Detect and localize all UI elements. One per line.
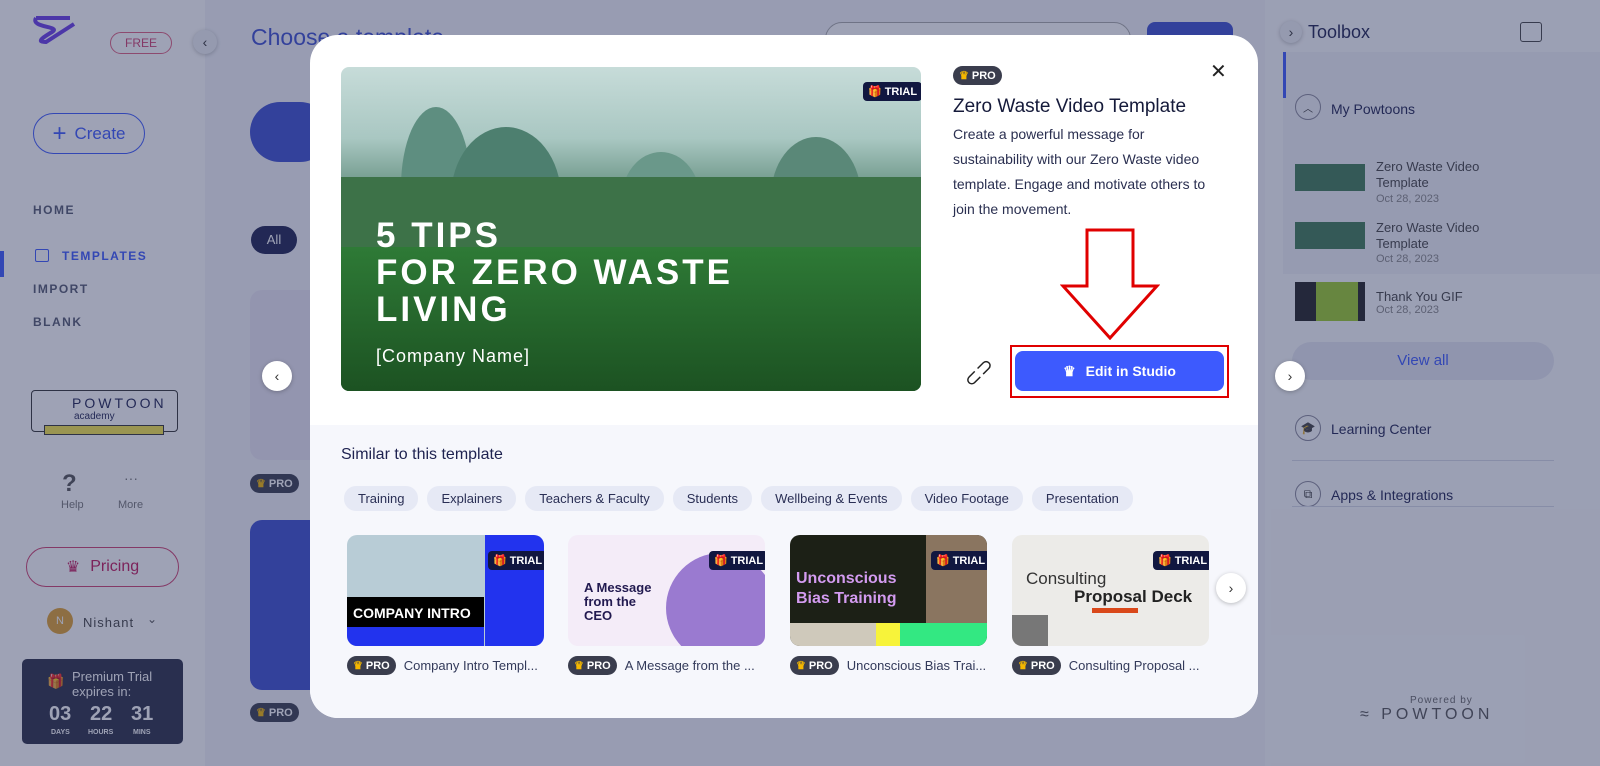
close-icon[interactable]: ✕ (1210, 59, 1227, 84)
card-thumb-text: Proposal Deck (1074, 587, 1193, 606)
chip-students[interactable]: Students (672, 486, 753, 511)
crown-icon: ♛ (574, 660, 584, 672)
card-thumb-text: Consulting (1026, 569, 1107, 588)
chip-wellbeing-events[interactable]: Wellbeing & Events (761, 486, 902, 511)
red-arrow-annotation (1060, 228, 1160, 340)
chip-teachers-faculty[interactable]: Teachers & Faculty (525, 486, 664, 511)
card-thumb-text: COMPANY INTRO (347, 597, 484, 627)
trial-badge: 🎁 TRIAL (863, 82, 921, 101)
category-chips: Training Explainers Teachers & Faculty Stud… (344, 486, 1142, 511)
chip-training[interactable]: Training (344, 486, 419, 511)
trial-badge: 🎁 TRIAL (931, 551, 987, 570)
template-preview-video[interactable]: 🎁 TRIAL 5 TIPS FOR ZERO WASTE LIVING [Com… (341, 67, 921, 391)
pro-badge: ♛ PRO (347, 656, 396, 675)
previous-template-button[interactable]: ‹ (262, 361, 292, 391)
crown-icon: ♛ (1063, 362, 1076, 379)
trial-badge: 🎁 TRIAL (1153, 551, 1209, 570)
pro-badge: ♛ PRO (1012, 656, 1061, 675)
chip-explainers[interactable]: Explainers (427, 486, 517, 511)
pro-badge: ♛ PRO (953, 66, 1002, 85)
similar-template-card[interactable]: Unconscious Bias Training 🎁 TRIAL (790, 535, 987, 646)
card-title[interactable]: Company Intro Templ... (404, 658, 538, 673)
trial-label: TRIAL (1174, 554, 1208, 567)
template-title: Zero Waste Video Template (953, 96, 1187, 117)
next-template-button[interactable]: › (1275, 361, 1305, 391)
similar-card-label: ♛ PRO Company Intro Templ... (347, 656, 538, 675)
crown-icon: ♛ (353, 660, 363, 672)
card-title[interactable]: Consulting Proposal ... (1069, 658, 1200, 673)
similar-template-card[interactable]: A Message from the CEO 🎁 TRIAL (568, 535, 765, 646)
pro-label: PRO (1030, 659, 1055, 672)
similar-card-label: ♛ PRO Consulting Proposal ... (1012, 656, 1200, 675)
similar-next-button[interactable]: › (1216, 573, 1246, 603)
pro-label: PRO (586, 659, 611, 672)
card-title[interactable]: Unconscious Bias Trai... (847, 658, 986, 673)
hero-heading: 5 TIPS FOR ZERO WASTE LIVING (376, 217, 733, 328)
trial-label: TRIAL (952, 554, 986, 567)
card-title[interactable]: A Message from the ... (625, 658, 755, 673)
hero-line: LIVING (376, 290, 511, 329)
gift-icon: 🎁 (714, 555, 728, 567)
trial-label: TRIAL (884, 85, 918, 98)
pro-badge: ♛ PRO (568, 656, 617, 675)
crown-icon: ♛ (796, 660, 806, 672)
chip-presentation[interactable]: Presentation (1031, 486, 1133, 511)
trial-badge: 🎁 TRIAL (709, 551, 765, 570)
gift-icon: 🎁 (493, 555, 507, 567)
similar-template-card[interactable]: COMPANY INTRO 🎁 TRIAL (347, 535, 544, 646)
pro-badge: ♛ PRO (790, 656, 839, 675)
hero-line: FOR ZERO WASTE (376, 253, 733, 292)
crown-icon: ♛ (959, 70, 969, 82)
similar-card-label: ♛ PRO Unconscious Bias Trai... (790, 656, 986, 675)
card-thumb-text: A Message from the CEO (584, 580, 652, 623)
gift-icon: 🎁 (1158, 555, 1172, 567)
pro-label: PRO (971, 69, 996, 82)
pro-label: PRO (365, 659, 390, 672)
copy-link-icon[interactable]: ⊂⊃ (958, 352, 999, 393)
gift-icon: 🎁 (936, 555, 950, 567)
similar-template-card[interactable]: Consulting Proposal Deck 🎁 TRIAL (1012, 535, 1209, 646)
trial-label: TRIAL (509, 554, 543, 567)
gift-icon: 🎁 (868, 86, 882, 98)
template-preview-modal: 🎁 TRIAL 5 TIPS FOR ZERO WASTE LIVING [Com… (310, 35, 1258, 718)
similar-heading: Similar to this template (341, 446, 503, 463)
edit-in-studio-button[interactable]: ♛ Edit in Studio (1015, 351, 1224, 391)
chip-video-footage[interactable]: Video Footage (910, 486, 1023, 511)
edit-button-label: Edit in Studio (1085, 363, 1176, 379)
crown-icon: ♛ (1018, 660, 1028, 672)
card-thumb-text: Unconscious Bias Training (796, 570, 897, 607)
trial-label: TRIAL (730, 554, 764, 567)
similar-card-label: ♛ PRO A Message from the ... (568, 656, 755, 675)
hero-company: [Company Name] (376, 346, 531, 366)
hero-line: 5 TIPS (376, 216, 501, 255)
template-description: Create a powerful message for sustainabi… (953, 126, 1206, 217)
pro-label: PRO (808, 659, 833, 672)
trial-badge: 🎁 TRIAL (488, 551, 544, 570)
